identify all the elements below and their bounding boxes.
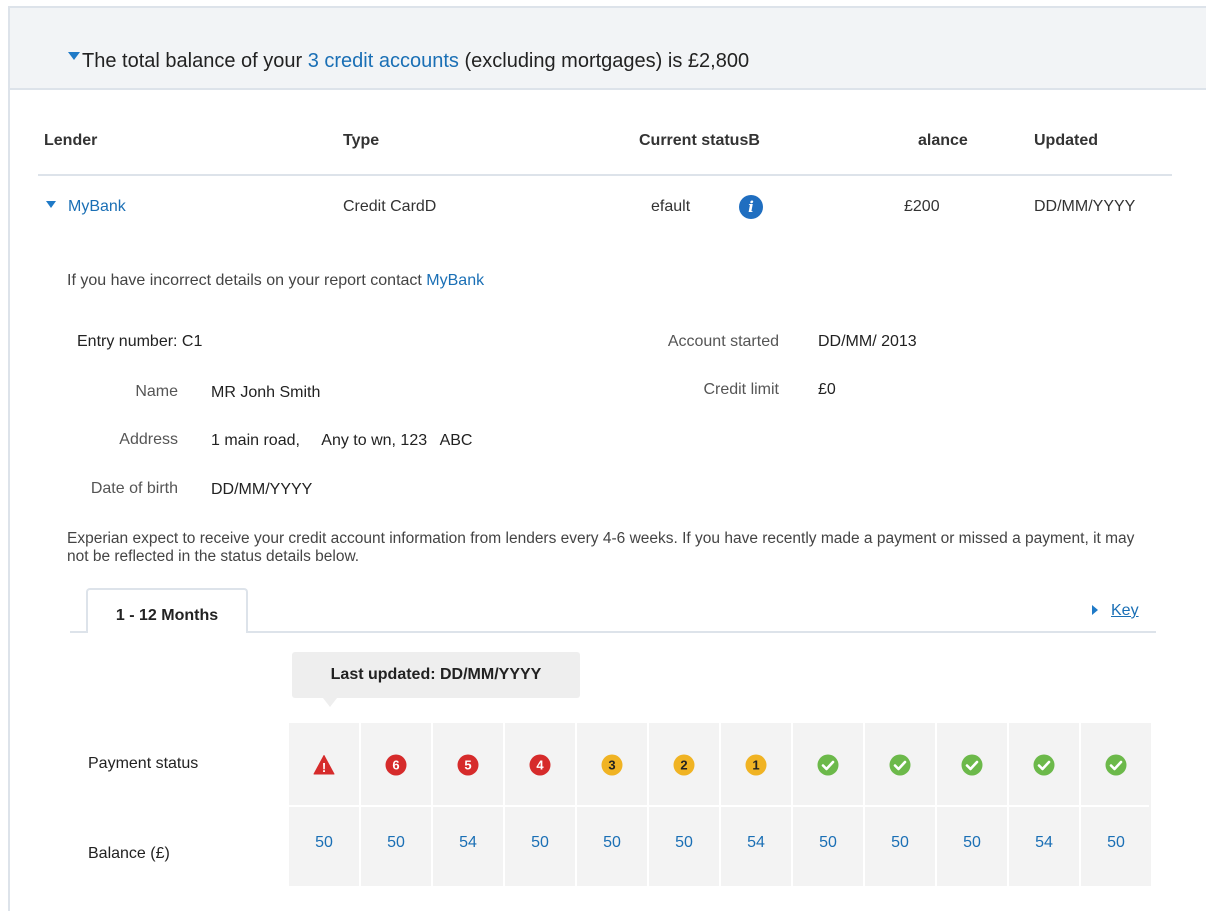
svg-text:2: 2 bbox=[680, 758, 687, 773]
arrears-icon: 3 bbox=[601, 754, 623, 776]
late-payment-icon: 4 bbox=[529, 754, 551, 776]
name-value: MR Jonh Smith bbox=[211, 384, 321, 401]
check-circle-icon bbox=[1033, 754, 1055, 776]
dob-label: Date of birth bbox=[90, 480, 178, 497]
svg-text:5: 5 bbox=[464, 758, 471, 773]
svg-text:1: 1 bbox=[752, 758, 759, 773]
account-type: Credit CardD bbox=[343, 198, 437, 215]
warning-icon: ! bbox=[313, 755, 335, 775]
check-circle-icon bbox=[961, 754, 983, 776]
contact-lender-link[interactable]: MyBank bbox=[426, 272, 484, 289]
caret-right-icon[interactable] bbox=[1092, 605, 1098, 615]
caret-down-icon[interactable] bbox=[68, 52, 80, 60]
current-status: efault bbox=[651, 198, 691, 215]
balance-row-label: Balance (£) bbox=[88, 845, 170, 862]
name-label: Name bbox=[135, 383, 178, 400]
account-balance: £200 bbox=[904, 198, 940, 215]
credit-limit-value: £0 bbox=[818, 381, 836, 398]
late-payment-icon: 5 bbox=[457, 754, 479, 776]
column-header-status: Current statusB bbox=[639, 132, 760, 149]
tab-1-12-months[interactable]: 1 - 12 Months bbox=[86, 588, 248, 633]
column-header-balance: alance bbox=[918, 132, 968, 149]
month-balance: 50 bbox=[603, 834, 621, 851]
last-updated-tooltip: Last updated: DD/MM/YYYY bbox=[292, 652, 580, 698]
column-header-type: Type bbox=[343, 132, 380, 149]
month-balance: 54 bbox=[747, 834, 765, 851]
key-link[interactable]: Key bbox=[1111, 602, 1139, 620]
summary-text: The total balance of your 3 credit accou… bbox=[82, 50, 749, 73]
entry-number: Entry number: C1 bbox=[77, 333, 203, 350]
month-balance: 54 bbox=[459, 834, 477, 851]
month-balance: 50 bbox=[891, 834, 909, 851]
accounts-summary-header[interactable]: The total balance of your 3 credit accou… bbox=[8, 6, 1206, 90]
column-header-lender: Lender bbox=[44, 132, 98, 149]
svg-text:6: 6 bbox=[392, 758, 399, 773]
tooltip-arrow bbox=[323, 698, 337, 707]
tab-divider bbox=[246, 631, 1156, 633]
month-balance: 50 bbox=[387, 834, 405, 851]
month-balance: 50 bbox=[315, 834, 333, 851]
account-started-value: DD/MM/ 2013 bbox=[818, 333, 917, 350]
grid-divider bbox=[289, 805, 1149, 807]
summary-suffix: (excluding mortgages) is £2,800 bbox=[458, 50, 750, 72]
check-circle-icon bbox=[817, 754, 839, 776]
late-payment-icon: 6 bbox=[385, 754, 407, 776]
arrears-icon: 1 bbox=[745, 754, 767, 776]
credit-accounts-link[interactable]: 3 credit accounts bbox=[308, 50, 459, 72]
svg-text:3: 3 bbox=[608, 758, 615, 773]
month-balance: 50 bbox=[531, 834, 549, 851]
month-balance: 50 bbox=[675, 834, 693, 851]
summary-prefix: The total balance of your bbox=[82, 50, 308, 72]
address-label: Address bbox=[119, 431, 178, 448]
contact-lender-text: If you have incorrect details on your re… bbox=[67, 272, 484, 290]
credit-limit-label: Credit limit bbox=[703, 381, 779, 398]
month-balance: 50 bbox=[1107, 834, 1125, 851]
account-updated: DD/MM/YYYY bbox=[1034, 198, 1136, 215]
update-frequency-note: Experian expect to receive your credit a… bbox=[67, 530, 1135, 565]
contact-text: If you have incorrect details on your re… bbox=[67, 272, 427, 289]
address-value: 1 main road, Any to wn, 123 ABC bbox=[211, 432, 473, 449]
check-circle-icon bbox=[1105, 754, 1127, 776]
payment-status-label: Payment status bbox=[88, 755, 199, 772]
month-balance: 54 bbox=[1035, 834, 1053, 851]
info-icon[interactable]: i bbox=[739, 195, 763, 219]
month-balance: 50 bbox=[819, 834, 837, 851]
arrears-icon: 2 bbox=[673, 754, 695, 776]
dob-value: DD/MM/YYYY bbox=[211, 481, 313, 498]
svg-text:4: 4 bbox=[536, 758, 544, 773]
check-circle-icon bbox=[889, 754, 911, 776]
header-divider bbox=[38, 174, 1172, 176]
lender-link[interactable]: MyBank bbox=[68, 198, 126, 216]
column-header-updated: Updated bbox=[1034, 132, 1098, 149]
caret-down-icon[interactable] bbox=[46, 201, 56, 208]
svg-text:!: ! bbox=[322, 760, 326, 775]
account-started-label: Account started bbox=[667, 333, 779, 350]
month-balance: 50 bbox=[963, 834, 981, 851]
